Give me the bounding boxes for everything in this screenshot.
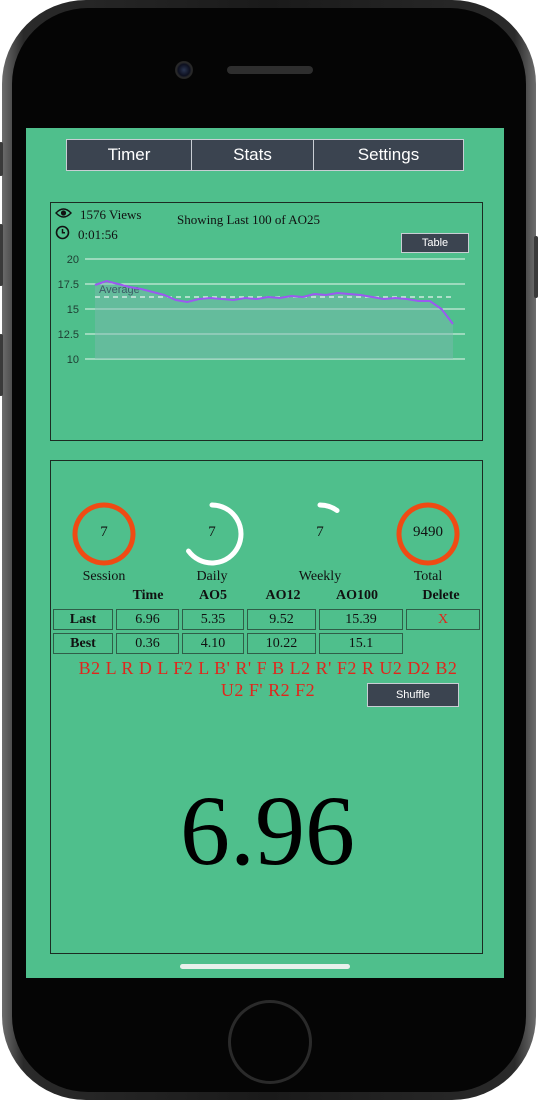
- power-button: [534, 236, 538, 298]
- y-tick-label: 15: [67, 304, 79, 316]
- daily-gauge: 7 Daily: [167, 501, 257, 585]
- home-indicator: [180, 964, 350, 969]
- header-ao5: AO5: [199, 588, 227, 603]
- y-tick-label: 12.5: [58, 329, 79, 341]
- delete-last-button[interactable]: X: [406, 609, 480, 630]
- total-gauge: 9490 Total: [383, 501, 473, 585]
- ao25-chart: 20 17.5 15 12.5 10 Average: [58, 254, 465, 366]
- average-label: Average: [99, 284, 140, 296]
- shuffle-button[interactable]: Shuffle: [367, 683, 459, 707]
- header-ao100: AO100: [336, 588, 378, 603]
- tab-timer[interactable]: Timer: [66, 139, 192, 171]
- weekly-gauge: 7 Weekly: [275, 501, 365, 585]
- weekly-count: 7: [316, 524, 324, 540]
- session-label: Session: [82, 569, 126, 584]
- gauge-ring-arc: [317, 502, 340, 514]
- stats-panel: 7 Session 7 Daily 7 Weekly 9490 Total Ti…: [50, 460, 483, 954]
- total-count: 9490: [413, 524, 443, 540]
- earpiece-speaker: [227, 66, 313, 74]
- home-button[interactable]: [228, 1000, 312, 1084]
- tab-settings[interactable]: Settings: [314, 139, 464, 171]
- row-label-best: Best: [53, 633, 113, 654]
- daily-label: Daily: [196, 569, 228, 584]
- session-gauge: 7 Session: [59, 501, 149, 585]
- session-count: 7: [100, 524, 108, 540]
- tab-stats[interactable]: Stats: [192, 139, 314, 171]
- best-ao12: 10.22: [247, 633, 316, 654]
- best-ao5: 4.10: [182, 633, 244, 654]
- y-tick-label: 17.5: [58, 279, 79, 291]
- mute-switch: [0, 142, 3, 176]
- header-time: Time: [132, 588, 164, 603]
- header-ao12: AO12: [265, 588, 301, 603]
- best-ao100: 15.1: [319, 633, 403, 654]
- weekly-label: Weekly: [298, 569, 342, 584]
- y-tick-label: 20: [67, 254, 79, 266]
- volume-up-button: [0, 224, 3, 286]
- daily-count: 7: [208, 524, 216, 540]
- best-time: 0.36: [116, 633, 179, 654]
- y-tick-label: 10: [67, 354, 79, 366]
- volume-down-button: [0, 334, 3, 396]
- series-area: [95, 281, 453, 359]
- graph-panel: 1576 Views 0:01:56 Showing Last 100 of A…: [50, 202, 483, 441]
- total-label: Total: [413, 569, 443, 584]
- scramble-line-1: B2 L R D L F2 L B' R' F B L2 R' F2 R U2 …: [78, 658, 458, 678]
- last-ao100: 15.39: [319, 609, 403, 630]
- last-ao12: 9.52: [247, 609, 316, 630]
- header-delete: Delete: [422, 588, 460, 603]
- current-time-display[interactable]: 6.96: [51, 771, 484, 891]
- front-camera: [175, 61, 193, 79]
- last-time: 6.96: [116, 609, 179, 630]
- top-nav: Timer Stats Settings: [66, 139, 464, 171]
- last-ao5: 5.35: [182, 609, 244, 630]
- row-label-last: Last: [53, 609, 113, 630]
- app-screen: Timer Stats Settings 1576 Views 0:01:56 …: [26, 128, 504, 978]
